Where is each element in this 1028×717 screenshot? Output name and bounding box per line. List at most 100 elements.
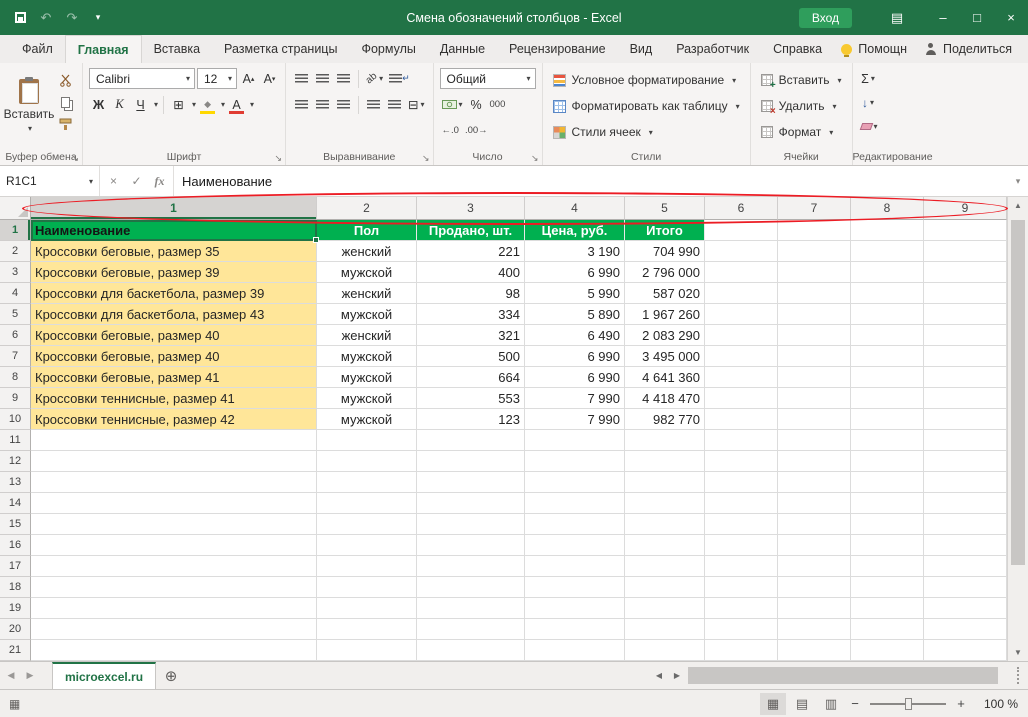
- normal-view-icon[interactable]: ▦: [760, 693, 786, 715]
- tab-help[interactable]: Справка: [761, 35, 834, 63]
- cell-r8c9[interactable]: [924, 367, 1007, 388]
- cell-r13c3[interactable]: [417, 472, 525, 493]
- cell-r11c5[interactable]: [625, 430, 705, 451]
- tell-me-button[interactable]: Помощн: [841, 42, 907, 56]
- scroll-down-icon[interactable]: ▼: [1008, 644, 1028, 661]
- cell-r14c8[interactable]: [851, 493, 924, 514]
- row-header-6[interactable]: 6: [0, 325, 31, 346]
- cell-r5c2[interactable]: мужской: [317, 304, 417, 325]
- cell-r5c8[interactable]: [851, 304, 924, 325]
- vertical-scroll-thumb[interactable]: [1011, 220, 1025, 565]
- cell-r20c9[interactable]: [924, 619, 1007, 640]
- cell-r1c5[interactable]: Итого: [625, 220, 705, 241]
- format-cells-button[interactable]: Формат▾: [757, 120, 846, 144]
- cell-r2c6[interactable]: [705, 241, 778, 262]
- cell-r17c9[interactable]: [924, 556, 1007, 577]
- cell-r12c4[interactable]: [525, 451, 625, 472]
- zoom-level[interactable]: 100 %: [972, 697, 1018, 711]
- column-header-4[interactable]: 4: [525, 197, 625, 220]
- cell-r4c8[interactable]: [851, 283, 924, 304]
- cell-r1c3[interactable]: Продано, шт.: [417, 220, 525, 241]
- cell-r11c2[interactable]: [317, 430, 417, 451]
- cell-r5c3[interactable]: 334: [417, 304, 525, 325]
- cell-r6c9[interactable]: [924, 325, 1007, 346]
- cell-r10c2[interactable]: мужской: [317, 409, 417, 430]
- cell-r19c2[interactable]: [317, 598, 417, 619]
- row-header-2[interactable]: 2: [0, 241, 31, 262]
- cell-r18c6[interactable]: [705, 577, 778, 598]
- underline-dropdown-icon[interactable]: ▾: [154, 100, 158, 109]
- cell-r19c6[interactable]: [705, 598, 778, 619]
- cell-r3c2[interactable]: мужской: [317, 262, 417, 283]
- cell-r10c3[interactable]: 123: [417, 409, 525, 430]
- font-name-dropdown-icon[interactable]: ▾: [186, 74, 190, 83]
- font-size-select[interactable]: 12▾: [197, 68, 237, 89]
- cell-r1c8[interactable]: [851, 220, 924, 241]
- cell-r3c6[interactable]: [705, 262, 778, 283]
- cell-r5c1[interactable]: Кроссовки для баскетбола, размер 43: [31, 304, 317, 325]
- cell-r11c4[interactable]: [525, 430, 625, 451]
- cell-r18c1[interactable]: [31, 577, 317, 598]
- horizontal-scrollbar[interactable]: ◀ ▶: [650, 662, 1028, 689]
- fill-color-icon[interactable]: [198, 94, 217, 115]
- cell-r7c7[interactable]: [778, 346, 851, 367]
- comma-style-icon[interactable]: 000: [488, 94, 508, 115]
- cell-r21c2[interactable]: [317, 640, 417, 661]
- cell-r20c7[interactable]: [778, 619, 851, 640]
- column-header-8[interactable]: 8: [851, 197, 924, 220]
- cell-r19c7[interactable]: [778, 598, 851, 619]
- cell-r11c9[interactable]: [924, 430, 1007, 451]
- insert-function-icon[interactable]: fx: [148, 174, 171, 189]
- row-header-15[interactable]: 15: [0, 514, 31, 535]
- row-header-8[interactable]: 8: [0, 367, 31, 388]
- cell-r1c6[interactable]: [705, 220, 778, 241]
- cell-r10c1[interactable]: Кроссовки теннисные, размер 42: [31, 409, 317, 430]
- cell-r16c4[interactable]: [525, 535, 625, 556]
- share-button[interactable]: Поделиться: [925, 42, 1012, 56]
- cell-r11c3[interactable]: [417, 430, 525, 451]
- tab-file[interactable]: Файл: [10, 35, 65, 63]
- cell-r18c4[interactable]: [525, 577, 625, 598]
- cell-r13c1[interactable]: [31, 472, 317, 493]
- tab-developer[interactable]: Разработчик: [664, 35, 761, 63]
- tab-formulas[interactable]: Формулы: [349, 35, 427, 63]
- cell-r11c6[interactable]: [705, 430, 778, 451]
- copy-icon[interactable]: [56, 94, 74, 110]
- cell-r14c9[interactable]: [924, 493, 1007, 514]
- row-header-4[interactable]: 4: [0, 283, 31, 304]
- cell-r2c9[interactable]: [924, 241, 1007, 262]
- paste-button[interactable]: Вставить ▾: [6, 68, 52, 144]
- format-painter-icon[interactable]: [56, 116, 74, 132]
- row-header-16[interactable]: 16: [0, 535, 31, 556]
- cell-r14c5[interactable]: [625, 493, 705, 514]
- align-middle-icon[interactable]: [313, 68, 332, 89]
- increase-decimal-icon[interactable]: ←.0: [440, 120, 461, 141]
- cell-r20c6[interactable]: [705, 619, 778, 640]
- page-layout-view-icon[interactable]: ▤: [789, 693, 815, 715]
- redo-icon[interactable]: ↷: [60, 6, 84, 30]
- vertical-scroll-track[interactable]: [1008, 214, 1028, 644]
- cell-r17c2[interactable]: [317, 556, 417, 577]
- cell-r17c6[interactable]: [705, 556, 778, 577]
- cell-r12c1[interactable]: [31, 451, 317, 472]
- cell-r1c4[interactable]: Цена, руб.: [525, 220, 625, 241]
- cell-r17c5[interactable]: [625, 556, 705, 577]
- row-header-19[interactable]: 19: [0, 598, 31, 619]
- alignment-dialog-launcher-icon[interactable]: ↘: [422, 154, 430, 163]
- row-header-17[interactable]: 17: [0, 556, 31, 577]
- tab-page-layout[interactable]: Разметка страницы: [212, 35, 349, 63]
- cut-icon[interactable]: [56, 72, 74, 88]
- undo-icon[interactable]: ↶: [34, 6, 58, 30]
- autosum-icon[interactable]: Σ▾: [859, 68, 878, 89]
- cell-r7c1[interactable]: Кроссовки беговые, размер 40: [31, 346, 317, 367]
- cell-r18c9[interactable]: [924, 577, 1007, 598]
- tab-split-handle[interactable]: [1017, 667, 1026, 684]
- sheet-tab-active[interactable]: microexcel.ru: [52, 662, 156, 689]
- format-as-table-button[interactable]: Форматировать как таблицу▾: [549, 94, 744, 118]
- formula-bar-expand-icon[interactable]: ▾: [1008, 166, 1028, 196]
- cell-r14c2[interactable]: [317, 493, 417, 514]
- select-all-corner[interactable]: [0, 197, 31, 220]
- name-box[interactable]: R1C1 ▾: [0, 166, 100, 196]
- cell-r17c1[interactable]: [31, 556, 317, 577]
- cell-r4c2[interactable]: женский: [317, 283, 417, 304]
